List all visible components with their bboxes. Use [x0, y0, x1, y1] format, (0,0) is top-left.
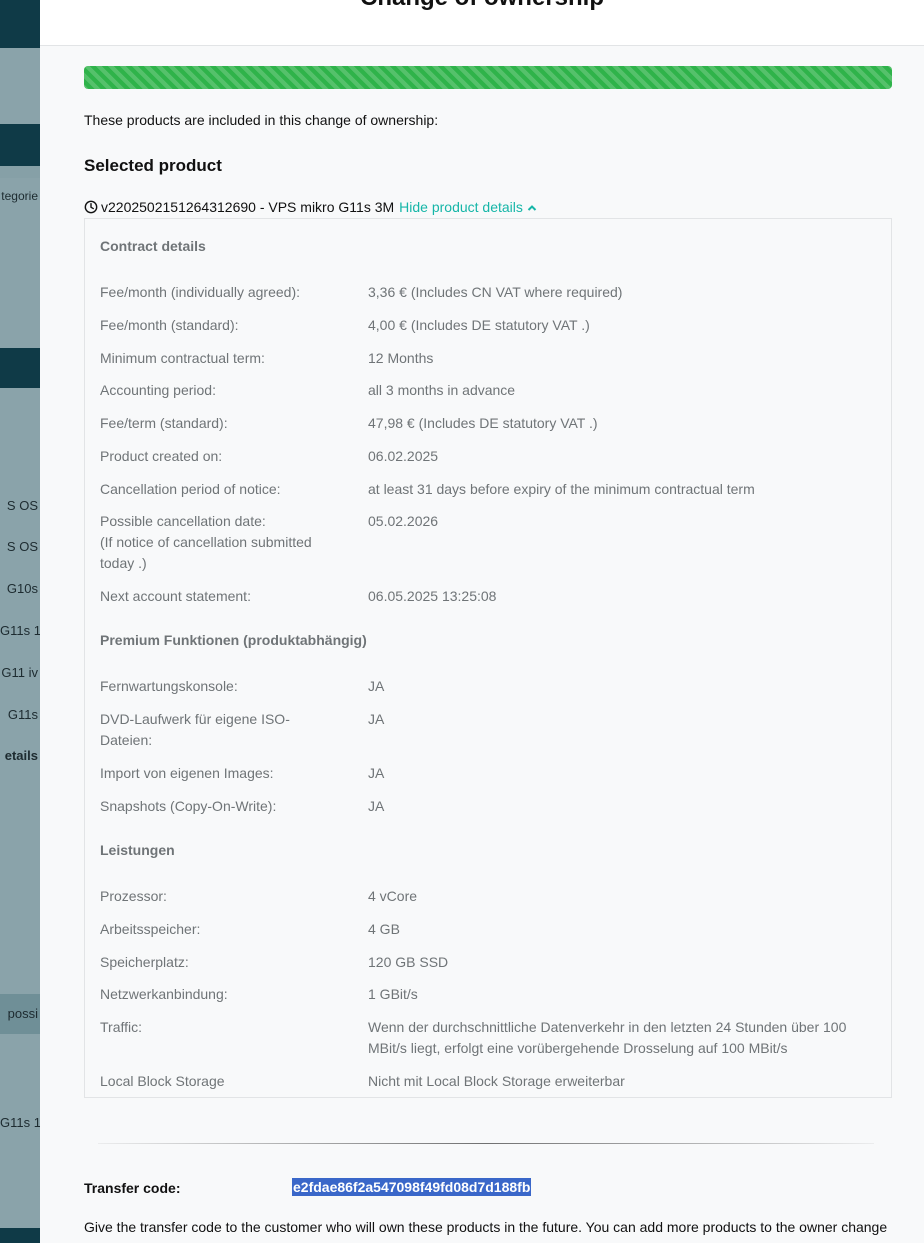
detail-value: 05.02.2026 [368, 513, 439, 529]
detail-value: 3,36 € (Includes CN VAT where required) [368, 284, 623, 300]
bg-row: tegorie [0, 178, 40, 215]
detail-value: JA [368, 798, 385, 814]
product-line: v2202502151264312690 - VPS mikro G11s 3M… [84, 199, 537, 215]
detail-value: 06.05.2025 13:25:08 [368, 588, 497, 604]
detail-label: Next account statement: [100, 588, 251, 604]
detail-label: Arbeitsspeicher: [100, 921, 201, 937]
hide-product-details-link[interactable]: Hide product details [399, 199, 537, 215]
detail-value: 06.02.2025 [368, 448, 439, 464]
bg-row: S OS [0, 526, 40, 569]
bg-row [0, 48, 40, 125]
bg-row [0, 444, 40, 487]
bg-row [0, 1070, 40, 1103]
bg-row [0, 348, 40, 389]
detail-label: Netzwerkanbindung: [100, 986, 228, 1002]
detail-value: JA [368, 711, 385, 727]
detail-label: Fernwartungskonsole: [100, 678, 238, 694]
bg-row [0, 244, 40, 297]
product-name: v2202502151264312690 - VPS mikro G11s 3M [101, 199, 395, 215]
detail-value: Wenn der durchschnittliche Datenverkehr … [368, 1019, 847, 1056]
modal-header: Change of ownership [40, 0, 924, 46]
clock-icon [84, 200, 98, 214]
bg-row [0, 1144, 40, 1229]
change-ownership-modal: Change of ownership These products are i… [40, 0, 924, 1243]
detail-label: Product created on: [100, 448, 223, 464]
hide-product-details-label: Hide product details [399, 199, 523, 215]
chevron-up-icon [527, 205, 537, 212]
bg-row [0, 296, 40, 349]
detail-label: DVD-Laufwerk für eigene ISO-Dateien: [100, 711, 290, 748]
bg-row: etails [0, 736, 40, 777]
detail-value: 4 GB [368, 921, 400, 937]
background-page: tegorie S OS S OS G10s G11s 1 G11 iv G11… [0, 0, 41, 1243]
bg-row: G11s 1 [0, 1102, 40, 1145]
bg-row [0, 214, 40, 245]
modal-title: Change of ownership [40, 0, 924, 12]
bg-row: G11s 1 [0, 610, 40, 653]
detail-label: Speicherplatz: [100, 954, 189, 970]
contract-details-heading: Contract details [100, 238, 206, 254]
bg-row [0, 776, 40, 995]
bg-row: possi [0, 994, 40, 1035]
detail-value: 120 GB SSD [368, 954, 449, 970]
divider [98, 1143, 874, 1144]
detail-value: 1 GBit/s [368, 986, 418, 1002]
detail-value: JA [368, 678, 385, 694]
detail-label: Import von eigenen Images: [100, 765, 274, 781]
detail-label: Local Block Storage [100, 1073, 225, 1089]
detail-value: 4 vCore [368, 888, 418, 904]
detail-label: Cancellation period of notice: [100, 481, 281, 497]
transfer-code-label: Transfer code: [84, 1180, 181, 1196]
detail-label: Fee/month (individually agreed): [100, 284, 300, 300]
bg-row [0, 1034, 40, 1071]
bg-header [0, 0, 40, 49]
detail-value: 4,00 € (Includes DE statutory VAT .) [368, 317, 590, 333]
bg-row [0, 388, 40, 445]
detail-value: JA [368, 765, 385, 781]
transfer-instructions: Give the transfer code to the customer w… [84, 1219, 888, 1235]
transfer-code-value[interactable]: e2fdae86f2a547098f49fd08d7d188fb [292, 1178, 532, 1196]
detail-label: Prozessor: [100, 888, 167, 904]
product-details-panel: Contract details Fee/month (individually… [84, 218, 892, 1098]
detail-label: Fee/month (standard): [100, 317, 239, 333]
progress-bar [84, 66, 892, 89]
detail-value: 47,98 € (Includes DE statutory VAT .) [368, 415, 598, 431]
premium-features-heading: Premium Funktionen (produktabhängig) [100, 632, 367, 648]
bg-row: G11s [0, 694, 40, 737]
detail-value: at least 31 days before expiry of the mi… [368, 481, 755, 497]
detail-value: all 3 months in advance [368, 382, 516, 398]
bg-row: G10s [0, 568, 40, 611]
services-heading: Leistungen [100, 842, 175, 858]
detail-label: Possible cancellation date: (If notice o… [100, 513, 312, 571]
bg-row [0, 1228, 40, 1243]
detail-label: Fee/term (standard): [100, 415, 228, 431]
detail-value: Nicht mit Local Block Storage erweiterba… [368, 1073, 625, 1089]
detail-label: Accounting period: [100, 382, 216, 398]
detail-value: 12 Months [368, 350, 434, 366]
bg-row: G11 iv [0, 652, 40, 695]
detail-label: Traffic: [100, 1019, 143, 1035]
progress-bar-fill [84, 66, 892, 89]
bg-row [0, 124, 40, 167]
detail-label: Minimum contractual term: [100, 350, 265, 366]
bg-row: S OS [0, 486, 40, 527]
selected-product-heading: Selected product [84, 156, 222, 175]
modal-body: These products are included in this chan… [40, 46, 924, 1243]
detail-label: Snapshots (Copy-On-Write): [100, 798, 277, 814]
intro-text: These products are included in this chan… [84, 112, 439, 128]
